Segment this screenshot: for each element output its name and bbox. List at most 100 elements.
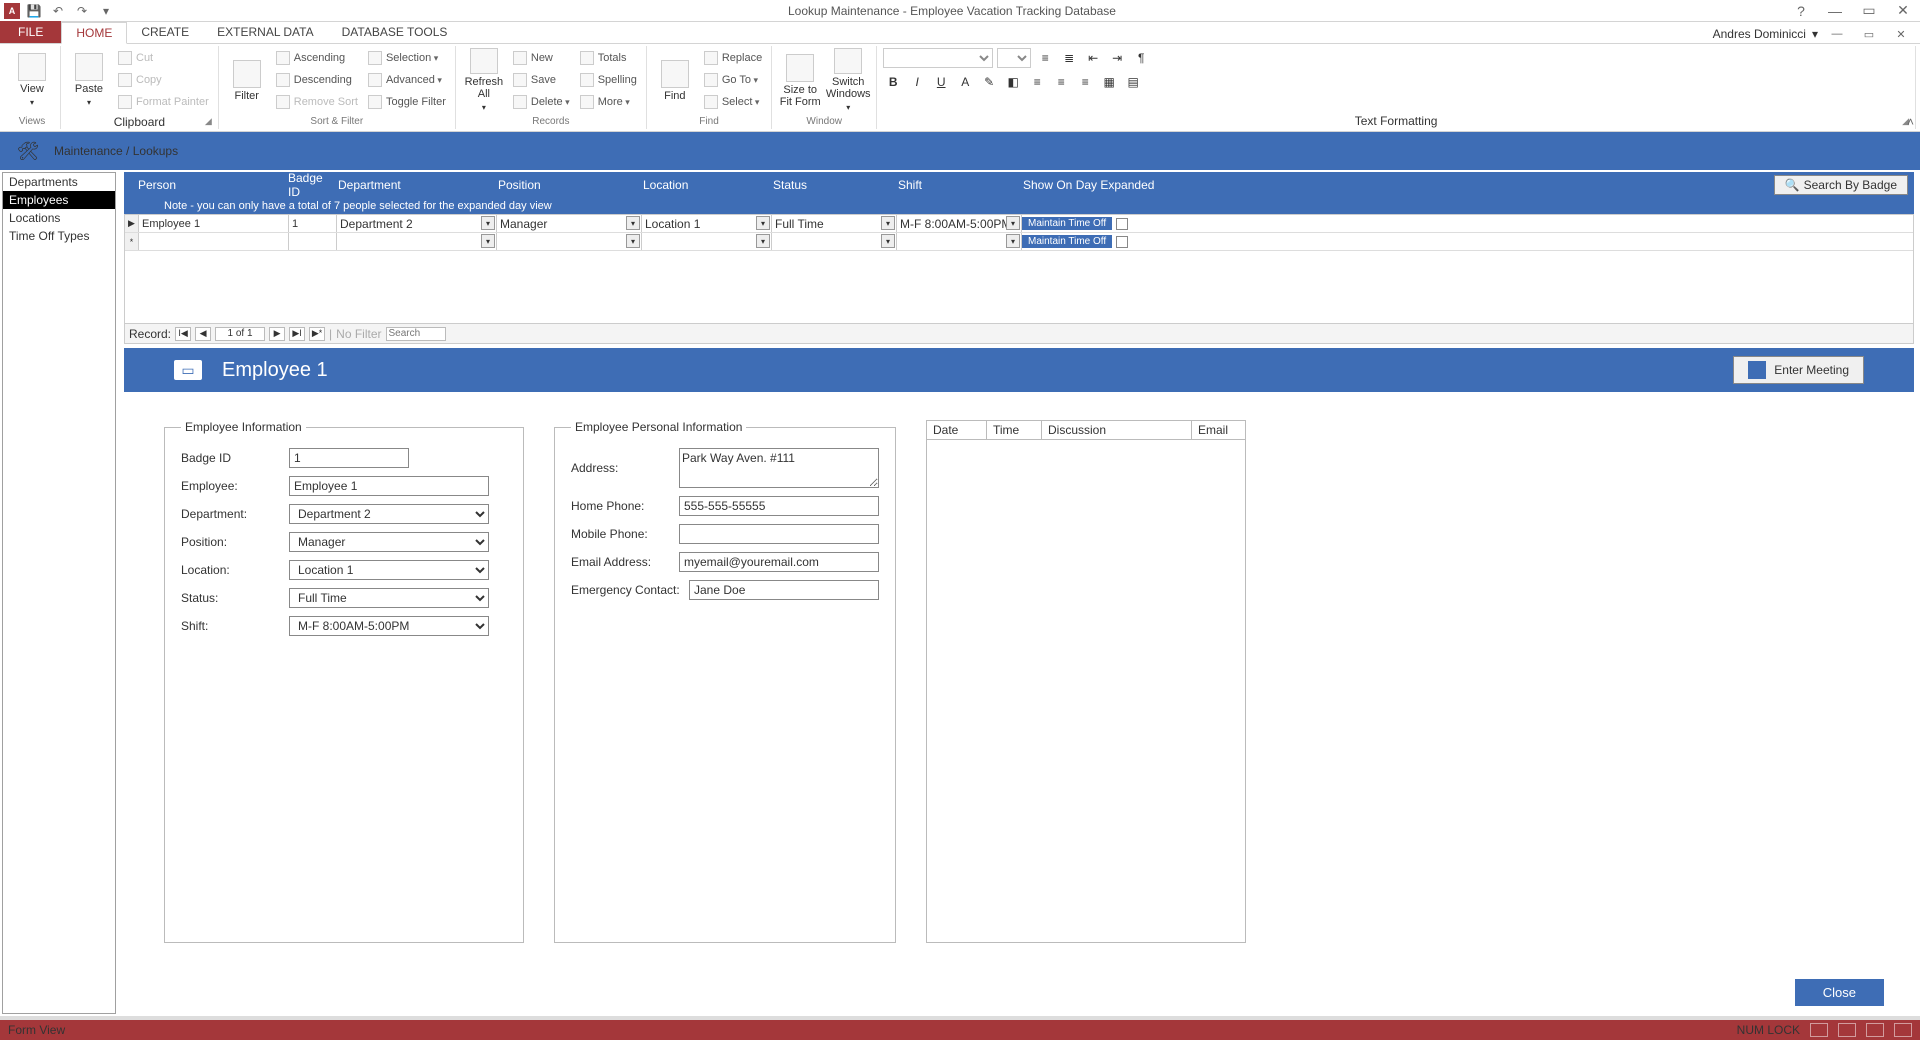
cut-button[interactable]: Cut xyxy=(115,48,212,68)
nav-first-icon[interactable]: I◀ xyxy=(175,327,191,341)
dropdown-icon[interactable]: ▾ xyxy=(756,234,770,248)
employee-name-field[interactable] xyxy=(289,476,489,496)
emergency-contact-field[interactable] xyxy=(689,580,879,600)
totals-button[interactable]: Totals xyxy=(577,48,640,68)
remove-sort-button[interactable]: Remove Sort xyxy=(273,92,361,112)
minimize-icon[interactable]: — xyxy=(1822,2,1848,20)
save-button[interactable]: Save xyxy=(510,70,573,90)
dropdown-icon[interactable]: ▾ xyxy=(1006,234,1020,248)
qat-undo-icon[interactable]: ↶ xyxy=(48,2,68,20)
clipboard-launcher-icon[interactable]: ◢ xyxy=(205,116,212,127)
paste-button[interactable]: Paste▾ xyxy=(67,48,111,114)
copy-button[interactable]: Copy xyxy=(115,70,212,90)
text-direction-icon[interactable]: ¶ xyxy=(1131,48,1151,68)
nav-new-icon[interactable]: ▶* xyxy=(309,327,325,341)
doc-minimize-icon[interactable]: — xyxy=(1824,25,1850,43)
sidebar-item-time-off-types[interactable]: Time Off Types xyxy=(3,227,115,245)
dropdown-icon[interactable]: ▾ xyxy=(626,216,640,230)
collapse-ribbon-icon[interactable]: ˄ xyxy=(1907,115,1914,129)
align-center-icon[interactable]: ≡ xyxy=(1051,72,1071,92)
fill-color-icon[interactable]: ◧ xyxy=(1003,72,1023,92)
view-button[interactable]: View▾ xyxy=(10,48,54,114)
gridlines-icon[interactable]: ▦ xyxy=(1099,72,1119,92)
decrease-indent-icon[interactable]: ⇤ xyxy=(1083,48,1103,68)
sidebar-item-departments[interactable]: Departments xyxy=(3,173,115,191)
datasheet-view-icon[interactable] xyxy=(1838,1023,1856,1037)
table-row-new[interactable]: * ▾ ▾ ▾ ▾ ▾ Maintain Time Off xyxy=(125,233,1913,251)
select-button[interactable]: Select xyxy=(701,92,765,112)
cell-department[interactable]: Department 2▾ xyxy=(337,215,497,232)
maintain-time-off-button[interactable]: Maintain Time Off xyxy=(1022,217,1112,230)
maintain-time-off-button[interactable]: Maintain Time Off xyxy=(1022,235,1112,248)
tab-home[interactable]: HOME xyxy=(61,22,127,44)
restore-icon[interactable]: ▭ xyxy=(1856,2,1882,20)
nav-position[interactable] xyxy=(215,327,265,341)
more-button[interactable]: More xyxy=(577,92,640,112)
underline-icon[interactable]: U xyxy=(931,72,951,92)
goto-button[interactable]: Go To xyxy=(701,70,765,90)
cell-badge[interactable]: 1 xyxy=(289,215,337,232)
delete-button[interactable]: Delete xyxy=(510,92,573,112)
table-row[interactable]: ▶ Employee 1 1 Department 2▾ Manager▾ Lo… xyxy=(125,215,1913,233)
status-select[interactable]: Full Time xyxy=(289,588,489,608)
filter-button[interactable]: Filter xyxy=(225,48,269,114)
size-to-fit-button[interactable]: Size to Fit Form xyxy=(778,48,822,114)
dropdown-icon[interactable]: ▾ xyxy=(756,216,770,230)
toggle-filter-button[interactable]: Toggle Filter xyxy=(365,92,449,112)
sidebar-item-locations[interactable]: Locations xyxy=(3,209,115,227)
user-name[interactable]: Andres Dominicci xyxy=(1713,27,1806,41)
shift-select[interactable]: M-F 8:00AM-5:00PM xyxy=(289,616,489,636)
position-select[interactable]: Manager xyxy=(289,532,489,552)
show-expanded-checkbox[interactable] xyxy=(1116,236,1128,248)
email-field[interactable] xyxy=(679,552,879,572)
close-window-icon[interactable]: ✕ xyxy=(1890,2,1916,20)
cell-shift[interactable]: M-F 8:00AM-5:00PM▾ xyxy=(897,215,1022,232)
italic-icon[interactable]: I xyxy=(907,72,927,92)
department-select[interactable]: Department 2 xyxy=(289,504,489,524)
font-size-select[interactable] xyxy=(997,48,1031,68)
switch-windows-button[interactable]: Switch Windows▾ xyxy=(826,48,870,114)
bullets-icon[interactable]: ≡ xyxy=(1035,48,1055,68)
new-row-icon[interactable]: * xyxy=(125,233,139,250)
dropdown-icon[interactable]: ▾ xyxy=(481,216,495,230)
doc-restore-icon[interactable]: ▭ xyxy=(1856,25,1882,43)
format-painter-button[interactable]: Format Painter xyxy=(115,92,212,112)
dropdown-icon[interactable]: ▾ xyxy=(626,234,640,248)
show-expanded-checkbox[interactable] xyxy=(1116,218,1128,230)
cell-position[interactable]: Manager▾ xyxy=(497,215,642,232)
dropdown-icon[interactable]: ▾ xyxy=(1006,216,1020,230)
location-select[interactable]: Location 1 xyxy=(289,560,489,580)
qat-redo-icon[interactable]: ↷ xyxy=(72,2,92,20)
notes-body[interactable] xyxy=(927,440,1245,610)
highlight-icon[interactable]: ✎ xyxy=(979,72,999,92)
cell-person[interactable]: Employee 1 xyxy=(139,215,289,232)
increase-indent-icon[interactable]: ⇥ xyxy=(1107,48,1127,68)
dropdown-icon[interactable]: ▾ xyxy=(481,234,495,248)
row-selector-icon[interactable]: ▶ xyxy=(125,215,139,232)
enter-meeting-button[interactable]: Enter Meeting xyxy=(1733,356,1864,384)
sidebar-item-employees[interactable]: Employees xyxy=(3,191,115,209)
tab-file[interactable]: FILE xyxy=(0,21,61,43)
tab-create[interactable]: CREATE xyxy=(127,21,203,43)
numbering-icon[interactable]: ≣ xyxy=(1059,48,1079,68)
close-button[interactable]: Close xyxy=(1795,979,1884,1006)
nav-search-input[interactable] xyxy=(386,327,446,341)
bold-icon[interactable]: B xyxy=(883,72,903,92)
tab-database-tools[interactable]: DATABASE TOOLS xyxy=(328,21,462,43)
advanced-button[interactable]: Advanced xyxy=(365,70,449,90)
nav-last-icon[interactable]: ▶I xyxy=(289,327,305,341)
alt-row-color-icon[interactable]: ▤ xyxy=(1123,72,1143,92)
nav-next-icon[interactable]: ▶ xyxy=(269,327,285,341)
user-menu-caret-icon[interactable]: ▾ xyxy=(1812,27,1818,41)
refresh-all-button[interactable]: Refresh All▾ xyxy=(462,48,506,114)
layout-view-icon[interactable] xyxy=(1866,1023,1884,1037)
tab-external-data[interactable]: EXTERNAL DATA xyxy=(203,21,327,43)
nav-prev-icon[interactable]: ◀ xyxy=(195,327,211,341)
font-color-icon[interactable]: A xyxy=(955,72,975,92)
align-left-icon[interactable]: ≡ xyxy=(1027,72,1047,92)
qat-save-icon[interactable]: 💾 xyxy=(24,2,44,20)
descending-button[interactable]: Descending xyxy=(273,70,361,90)
dropdown-icon[interactable]: ▾ xyxy=(881,234,895,248)
badge-id-field[interactable] xyxy=(289,448,409,468)
cell-status[interactable]: Full Time▾ xyxy=(772,215,897,232)
